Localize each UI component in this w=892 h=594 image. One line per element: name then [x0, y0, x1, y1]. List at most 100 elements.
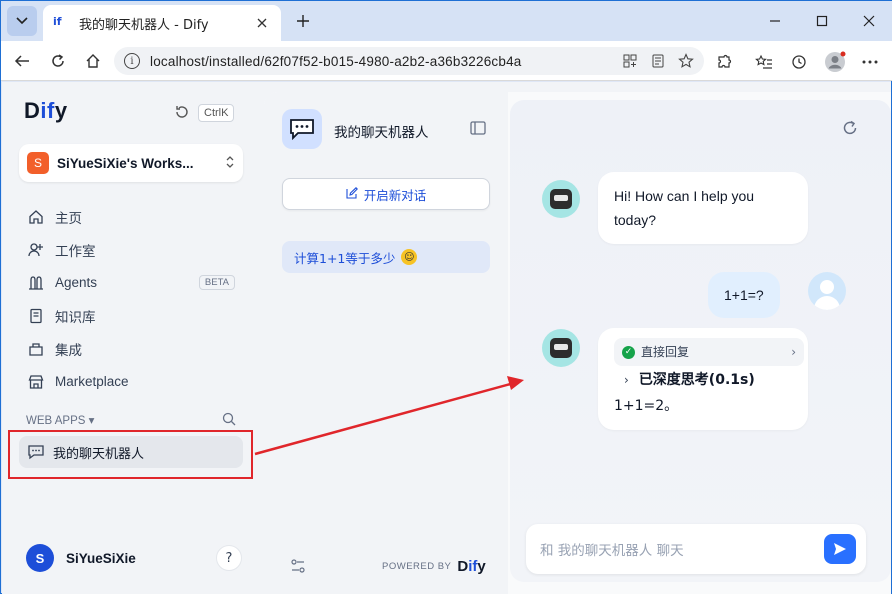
settings-sliders-icon[interactable]: [290, 558, 306, 578]
robot-icon: [550, 189, 572, 209]
powered-logo-suffix: y: [477, 558, 486, 575]
annotation-highlight-box: [8, 430, 253, 479]
bot-avatar: [542, 180, 580, 218]
dify-logo[interactable]: Dify: [24, 98, 68, 124]
sidebar-item-label: 集成: [55, 342, 82, 358]
message-text: 1+1=?: [724, 287, 764, 303]
close-tab-button[interactable]: [253, 14, 271, 32]
new-chat-label: 开启新对话: [363, 187, 427, 203]
studio-icon: [27, 241, 45, 259]
powered-by-text: POWERED BY: [382, 561, 452, 572]
marketplace-icon: [27, 373, 45, 391]
favorite-star-icon[interactable]: [676, 51, 696, 71]
home-button[interactable]: [80, 49, 106, 73]
more-menu-icon[interactable]: [859, 51, 881, 73]
search-icon[interactable]: [222, 412, 236, 430]
help-button[interactable]: ?: [216, 545, 242, 571]
refresh-icon[interactable]: [842, 120, 858, 140]
conversation-item[interactable]: 计算1+1等于多少 ☺: [282, 241, 490, 273]
reader-mode-icon[interactable]: [648, 51, 668, 71]
window-close-button[interactable]: [849, 7, 889, 35]
sidebar-item-agents[interactable]: Agents BETA: [19, 266, 243, 299]
new-chat-button[interactable]: 开启新对话: [282, 178, 490, 210]
logo-text-suffix: y: [54, 98, 68, 123]
chat-input[interactable]: 和 我的聊天机器人 聊天: [526, 524, 866, 574]
workflow-process-chip[interactable]: ✓ 直接回复 ›: [614, 338, 804, 366]
edit-icon: [346, 186, 358, 202]
navigation-bar: i localhost/installed/62f07f52-b015-4980…: [1, 41, 892, 81]
history-icon[interactable]: [788, 51, 810, 73]
chevron-right-icon: ›: [791, 345, 796, 359]
home-icon: [27, 208, 45, 226]
send-button[interactable]: [824, 534, 856, 564]
sidebar-item-label: Agents: [55, 275, 98, 290]
user-message: 1+1=?: [708, 272, 780, 318]
address-bar[interactable]: i localhost/installed/62f07f52-b015-4980…: [114, 47, 704, 75]
workspace-name: SiYueSiXie's Works...: [57, 155, 194, 171]
home-icon: [86, 54, 100, 68]
sidebar-item-marketplace[interactable]: Marketplace: [19, 365, 243, 398]
chevron-right-icon: ›: [624, 373, 629, 387]
dify-page: Dify CtrlK S SiYueSiXie's Works... 主页 工作…: [2, 82, 891, 594]
beta-badge: BETA: [198, 275, 235, 290]
favorites-list-icon[interactable]: [753, 51, 775, 73]
sidebar-item-label: 工作室: [55, 243, 96, 259]
shortcut-badge: CtrlK: [198, 104, 235, 122]
back-button[interactable]: [9, 49, 35, 73]
extensions-icon[interactable]: [713, 51, 735, 73]
site-info-icon[interactable]: i: [124, 53, 140, 69]
logo-text-mid: if: [40, 98, 55, 123]
chat-input-placeholder: 和 我的聊天机器人 聊天: [540, 543, 684, 559]
profile-avatar-icon[interactable]: [824, 51, 846, 73]
chat-bubble-icon: [282, 109, 322, 149]
sidebar-item-integration[interactable]: 集成: [19, 332, 243, 365]
tab-title: 我的聊天机器人 - Dify: [79, 17, 209, 33]
app-install-icon[interactable]: [620, 51, 640, 71]
chat-app-container: 我的聊天机器人 开启新对话 计算1+1等于多少 ☺ POWERED BY Dif…: [264, 92, 891, 594]
bot-avatar: [542, 329, 580, 367]
conversation-title: 计算1+1等于多少: [294, 250, 396, 266]
sidebar-toggle-icon[interactable]: [470, 121, 486, 139]
check-circle-icon: ✓: [622, 345, 635, 359]
account-row[interactable]: S SiYueSiXie ?: [26, 543, 242, 573]
web-apps-section-title[interactable]: WEB APPS ▾: [26, 413, 94, 427]
bot-message-greeting: Hi! How can I help you today?: [598, 172, 808, 244]
message-text: Hi! How can I help you today?: [614, 188, 755, 228]
powered-by: POWERED BY Dify: [382, 558, 486, 575]
thinking-label: 已深度思考(0.1s): [638, 372, 755, 388]
agents-icon: [27, 274, 45, 292]
tab-actions-menu-button[interactable]: [7, 6, 37, 36]
close-icon: [863, 15, 875, 27]
search-history-icon[interactable]: [174, 104, 190, 124]
back-arrow-icon: [14, 55, 29, 67]
user-name: SiYueSiXie: [66, 550, 136, 566]
powered-logo-prefix: D: [457, 558, 469, 575]
sidebar-item-knowledge[interactable]: 知识库: [19, 299, 243, 332]
plus-icon: [297, 15, 309, 27]
conversation-list-panel: 我的聊天机器人 开启新对话 计算1+1等于多少 ☺ POWERED BY Dif…: [264, 92, 508, 594]
workflow-label: 直接回复: [641, 345, 690, 359]
bot-message-answer: ✓ 直接回复 › › 已深度思考(0.1s) 1+1=2。: [598, 328, 808, 430]
app-title: 我的聊天机器人: [334, 125, 429, 141]
sidebar-item-studio[interactable]: 工作室: [19, 233, 243, 266]
maximize-icon: [816, 15, 828, 27]
new-tab-button[interactable]: [291, 9, 315, 33]
close-icon: [257, 18, 267, 28]
chat-area: Hi! How can I help you today? 1+1=? ✓ 直接…: [510, 100, 891, 582]
deep-thinking-toggle[interactable]: › 已深度思考(0.1s): [614, 368, 798, 392]
avatar: S: [26, 544, 54, 572]
user-avatar: [808, 272, 846, 310]
left-sidebar: Dify CtrlK S SiYueSiXie's Works... 主页 工作…: [2, 82, 261, 594]
sidebar-item-home[interactable]: 主页: [19, 200, 243, 233]
sidebar-item-label: Marketplace: [55, 374, 129, 389]
workspace-avatar: S: [27, 152, 49, 174]
chevron-down-icon: [16, 17, 28, 25]
robot-icon: [550, 338, 572, 358]
maximize-button[interactable]: [802, 7, 842, 35]
browser-window: if 我的聊天机器人 - Dify i localhost/installed/…: [0, 0, 892, 594]
minimize-button[interactable]: [755, 7, 795, 35]
workspace-selector[interactable]: S SiYueSiXie's Works...: [19, 144, 243, 182]
dify-favicon-icon: if: [53, 15, 62, 28]
browser-tab[interactable]: if 我的聊天机器人 - Dify: [43, 5, 281, 41]
reload-button[interactable]: [45, 49, 71, 73]
